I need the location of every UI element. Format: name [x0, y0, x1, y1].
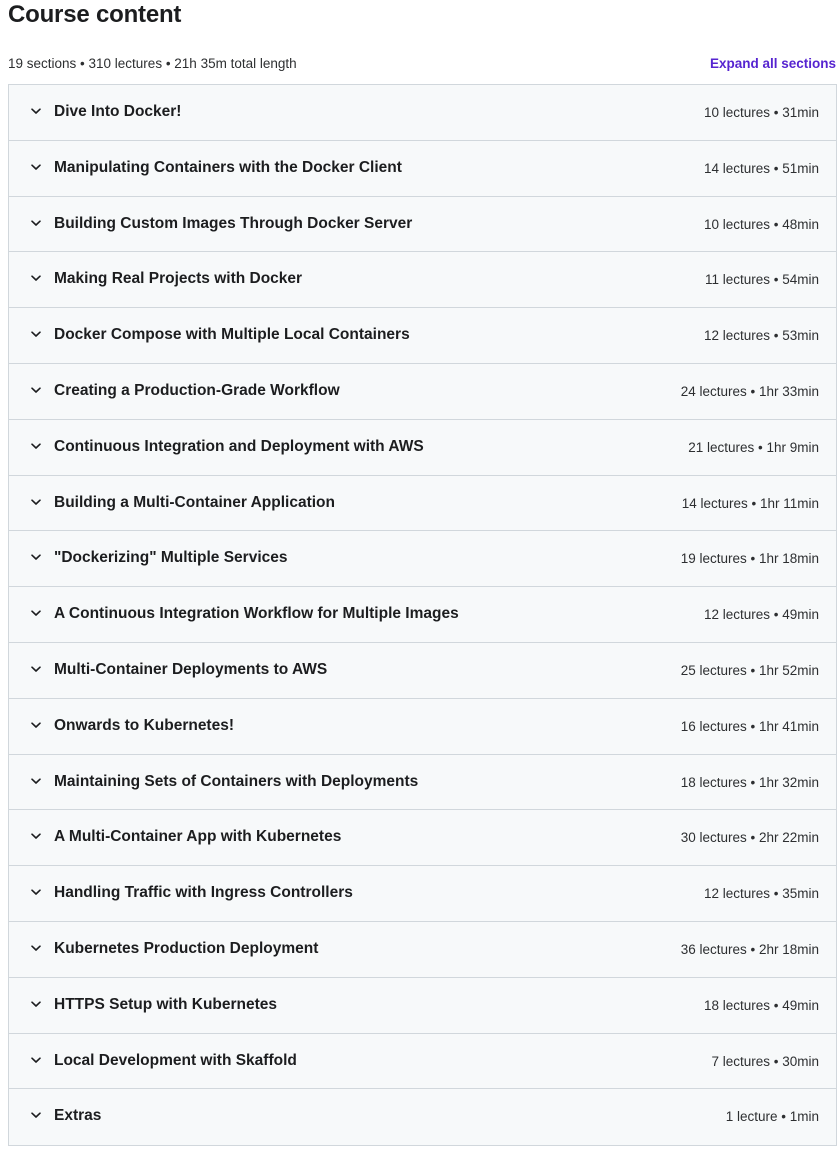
- chevron-down-icon[interactable]: [29, 1053, 43, 1067]
- section-header[interactable]: Extras 1 lecture • 1min: [9, 1089, 836, 1146]
- section-title[interactable]: Continuous Integration and Deployment wi…: [54, 437, 424, 457]
- chevron-down-icon[interactable]: [29, 941, 43, 955]
- sections-accordion: Dive Into Docker! 10 lectures • 31min Mani…: [8, 84, 837, 1147]
- section-title[interactable]: A Multi-Container App with Kubernetes: [54, 827, 341, 847]
- section-header[interactable]: Continuous Integration and Deployment wi…: [9, 419, 836, 476]
- section-title[interactable]: Dive Into Docker!: [54, 102, 181, 122]
- section-header[interactable]: Manipulating Containers with the Docker …: [9, 140, 836, 197]
- section-title[interactable]: Extras: [54, 1106, 101, 1126]
- chevron-down-icon[interactable]: [29, 1108, 43, 1122]
- section-meta: 10 lectures • 48min: [703, 216, 819, 232]
- section-meta: 12 lectures • 35min: [703, 886, 819, 902]
- section-header[interactable]: Onwards to Kubernetes! 16 lectures • 1hr …: [9, 698, 836, 755]
- section-title[interactable]: Building Custom Images Through Docker Se…: [54, 214, 412, 234]
- section-meta: 14 lectures • 1hr 11min: [681, 495, 819, 511]
- section-meta: 10 lectures • 31min: [703, 105, 819, 120]
- section-header[interactable]: Maintaining Sets of Containers with Depl…: [9, 754, 836, 811]
- page-title: Course content: [8, 1, 182, 28]
- chevron-down-icon[interactable]: [29, 885, 43, 899]
- section-title[interactable]: Making Real Projects with Docker: [54, 269, 302, 289]
- section-title[interactable]: Building a Multi-Container Application: [54, 493, 335, 513]
- section-title[interactable]: Docker Compose with Multiple Local Conta…: [54, 325, 410, 345]
- section-header[interactable]: Docker Compose with Multiple Local Conta…: [9, 308, 836, 364]
- section-header[interactable]: A Multi-Container App with Kubernetes 30 …: [9, 810, 836, 867]
- chevron-down-icon[interactable]: [29, 439, 43, 453]
- section-meta: 25 lectures • 1hr 52min: [680, 662, 819, 678]
- section-header[interactable]: HTTPS Setup with Kubernetes 18 lectures •…: [9, 977, 836, 1034]
- chevron-down-icon[interactable]: [29, 271, 43, 285]
- section-meta: 11 lectures • 54min: [704, 272, 819, 288]
- section-header[interactable]: Handling Traffic with Ingress Controller…: [9, 866, 836, 922]
- section-header[interactable]: Multi-Container Deployments to AWS 25 lec…: [9, 642, 836, 699]
- section-title[interactable]: Maintaining Sets of Containers with Depl…: [54, 772, 418, 792]
- chevron-down-icon[interactable]: [29, 216, 43, 230]
- chevron-down-icon[interactable]: [29, 606, 43, 620]
- chevron-down-icon[interactable]: [29, 104, 43, 118]
- section-title[interactable]: A Continuous Integration Workflow for Mu…: [54, 604, 459, 624]
- summary-row: 19 sections • 310 lectures • 21h 35m tot…: [8, 55, 838, 73]
- section-meta: 1 lecture • 1min: [725, 1109, 819, 1125]
- section-title[interactable]: Onwards to Kubernetes!: [54, 716, 234, 736]
- section-meta: 12 lectures • 49min: [703, 607, 819, 623]
- section-meta: 24 lectures • 1hr 33min: [680, 383, 819, 399]
- section-title[interactable]: Handling Traffic with Ingress Controller…: [54, 883, 353, 903]
- section-header[interactable]: A Continuous Integration Workflow for Mu…: [9, 587, 836, 643]
- expand-all-sections-button[interactable]: Expand all sections: [710, 55, 836, 73]
- section-title[interactable]: "Dockerizing" Multiple Services: [54, 548, 288, 568]
- section-meta: 16 lectures • 1hr 41min: [680, 718, 819, 734]
- section-header[interactable]: Local Development with Skaffold 7 lecture…: [9, 1033, 836, 1090]
- section-meta: 36 lectures • 2hr 18min: [680, 941, 819, 957]
- course-summary: 19 sections • 310 lectures • 21h 35m tot…: [8, 56, 297, 71]
- section-title[interactable]: Manipulating Containers with the Docker …: [54, 158, 402, 178]
- section-header[interactable]: Building a Multi-Container Application 14…: [9, 475, 836, 532]
- section-meta: 30 lectures • 2hr 22min: [680, 830, 819, 846]
- chevron-down-icon[interactable]: [29, 662, 43, 676]
- section-meta: 21 lectures • 1hr 9min: [688, 439, 819, 455]
- chevron-down-icon[interactable]: [29, 327, 43, 341]
- chevron-down-icon[interactable]: [29, 383, 43, 397]
- section-meta: 18 lectures • 1hr 32min: [680, 774, 819, 790]
- section-header[interactable]: "Dockerizing" Multiple Services 19 lectur…: [9, 531, 836, 588]
- section-title[interactable]: Multi-Container Deployments to AWS: [54, 660, 327, 680]
- chevron-down-icon[interactable]: [29, 829, 43, 843]
- section-header[interactable]: Making Real Projects with Docker 11 lectu…: [9, 252, 836, 309]
- section-header[interactable]: Creating a Production-Grade Workflow 24 l…: [9, 363, 836, 420]
- section-meta: 7 lectures • 30min: [711, 1053, 819, 1069]
- chevron-down-icon[interactable]: [29, 718, 43, 732]
- section-meta: 12 lectures • 53min: [703, 328, 819, 344]
- chevron-down-icon[interactable]: [29, 774, 43, 788]
- section-header[interactable]: Kubernetes Production Deployment 36 lectu…: [9, 921, 836, 978]
- section-title[interactable]: Creating a Production-Grade Workflow: [54, 381, 340, 401]
- chevron-down-icon[interactable]: [29, 160, 43, 174]
- section-meta: 19 lectures • 1hr 18min: [680, 551, 819, 567]
- section-title[interactable]: Kubernetes Production Deployment: [54, 939, 318, 959]
- section-meta: 14 lectures • 51min: [703, 160, 819, 176]
- chevron-down-icon[interactable]: [29, 495, 43, 509]
- section-meta: 18 lectures • 49min: [703, 997, 819, 1013]
- chevron-down-icon[interactable]: [29, 550, 43, 564]
- section-title[interactable]: Local Development with Skaffold: [54, 1051, 297, 1071]
- section-header[interactable]: Dive Into Docker! 10 lectures • 31min: [9, 85, 836, 141]
- section-header[interactable]: Building Custom Images Through Docker Se…: [9, 196, 836, 253]
- chevron-down-icon[interactable]: [29, 997, 43, 1011]
- section-title[interactable]: HTTPS Setup with Kubernetes: [54, 995, 277, 1015]
